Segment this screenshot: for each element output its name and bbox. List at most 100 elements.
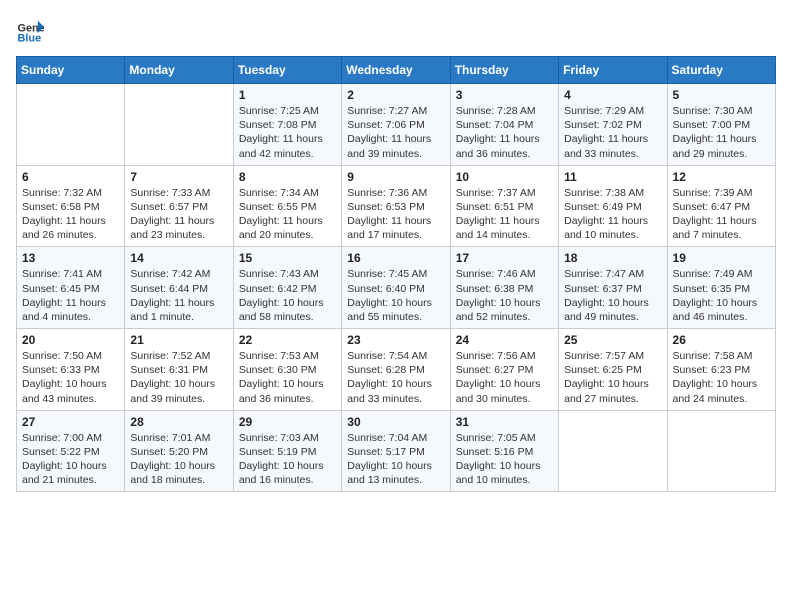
day-number: 7: [130, 170, 227, 184]
daylight-text: Daylight: 10 hours and 13 minutes.: [347, 459, 444, 487]
calendar-cell: 6Sunrise: 7:32 AMSunset: 6:58 PMDaylight…: [17, 165, 125, 247]
header-day: Friday: [559, 57, 667, 84]
day-number: 13: [22, 251, 119, 265]
day-number: 2: [347, 88, 444, 102]
day-number: 22: [239, 333, 336, 347]
calendar-cell: 4Sunrise: 7:29 AMSunset: 7:02 PMDaylight…: [559, 84, 667, 166]
sunset-text: Sunset: 6:40 PM: [347, 282, 444, 296]
day-number: 26: [673, 333, 770, 347]
daylight-text: Daylight: 11 hours and 10 minutes.: [564, 214, 661, 242]
header-day: Saturday: [667, 57, 775, 84]
day-number: 10: [456, 170, 553, 184]
daylight-text: Daylight: 10 hours and 10 minutes.: [456, 459, 553, 487]
sunrise-text: Sunrise: 7:01 AM: [130, 431, 227, 445]
sunrise-text: Sunrise: 7:58 AM: [673, 349, 770, 363]
sunset-text: Sunset: 6:37 PM: [564, 282, 661, 296]
daylight-text: Daylight: 11 hours and 1 minute.: [130, 296, 227, 324]
sunrise-text: Sunrise: 7:56 AM: [456, 349, 553, 363]
daylight-text: Daylight: 10 hours and 18 minutes.: [130, 459, 227, 487]
daylight-text: Daylight: 10 hours and 16 minutes.: [239, 459, 336, 487]
sunrise-text: Sunrise: 7:30 AM: [673, 104, 770, 118]
daylight-text: Daylight: 10 hours and 46 minutes.: [673, 296, 770, 324]
calendar-cell: 24Sunrise: 7:56 AMSunset: 6:27 PMDayligh…: [450, 329, 558, 411]
calendar-cell: [125, 84, 233, 166]
sunset-text: Sunset: 6:30 PM: [239, 363, 336, 377]
sunset-text: Sunset: 7:08 PM: [239, 118, 336, 132]
sunset-text: Sunset: 6:57 PM: [130, 200, 227, 214]
sunset-text: Sunset: 6:53 PM: [347, 200, 444, 214]
day-number: 25: [564, 333, 661, 347]
page-header: General Blue: [16, 16, 776, 44]
sunset-text: Sunset: 6:58 PM: [22, 200, 119, 214]
calendar-week: 13Sunrise: 7:41 AMSunset: 6:45 PMDayligh…: [17, 247, 776, 329]
day-number: 8: [239, 170, 336, 184]
sunrise-text: Sunrise: 7:47 AM: [564, 267, 661, 281]
calendar-cell: 16Sunrise: 7:45 AMSunset: 6:40 PMDayligh…: [342, 247, 450, 329]
daylight-text: Daylight: 10 hours and 55 minutes.: [347, 296, 444, 324]
day-number: 6: [22, 170, 119, 184]
header-row: SundayMondayTuesdayWednesdayThursdayFrid…: [17, 57, 776, 84]
daylight-text: Daylight: 11 hours and 26 minutes.: [22, 214, 119, 242]
header-day: Thursday: [450, 57, 558, 84]
sunset-text: Sunset: 7:02 PM: [564, 118, 661, 132]
calendar-week: 1 Sunrise: 7:25 AMSunset: 7:08 PM Daylight…: [17, 84, 776, 166]
day-number: 14: [130, 251, 227, 265]
calendar-cell: 1Sunrise: 7:25 AMSunset: 7:08 PMDaylight…: [233, 84, 341, 166]
day-number: 29: [239, 415, 336, 429]
calendar-header: SundayMondayTuesdayWednesdayThursdayFrid…: [17, 57, 776, 84]
sunset-text: Sunset: 6:27 PM: [456, 363, 553, 377]
calendar-cell: [667, 410, 775, 492]
day-number: 1: [239, 88, 336, 102]
calendar-cell: 29Sunrise: 7:03 AMSunset: 5:19 PMDayligh…: [233, 410, 341, 492]
daylight-text: Daylight: 10 hours and 43 minutes.: [22, 377, 119, 405]
sunrise-text: Sunrise: 7:25 AM: [239, 104, 336, 118]
daylight-text: Daylight: 10 hours and 27 minutes.: [564, 377, 661, 405]
day-number: 20: [22, 333, 119, 347]
sunset-text: Sunset: 6:44 PM: [130, 282, 227, 296]
sunrise-text: Sunrise: 7:05 AM: [456, 431, 553, 445]
daylight-text: Daylight: 11 hours and 7 minutes.: [673, 214, 770, 242]
header-day: Sunday: [17, 57, 125, 84]
sunset-text: Sunset: 6:51 PM: [456, 200, 553, 214]
sunset-text: Sunset: 6:47 PM: [673, 200, 770, 214]
sunset-text: Sunset: 5:16 PM: [456, 445, 553, 459]
calendar-cell: 20 Sunrise: 7:50 AMSunset: 6:33 PMDayligh…: [17, 329, 125, 411]
daylight-text: Daylight: 11 hours and 36 minutes.: [456, 132, 553, 160]
day-number: 17: [456, 251, 553, 265]
calendar-cell: 9Sunrise: 7:36 AMSunset: 6:53 PMDaylight…: [342, 165, 450, 247]
daylight-text: Daylight: 11 hours and 20 minutes.: [239, 214, 336, 242]
sunrise-text: Sunrise: 7:57 AM: [564, 349, 661, 363]
sunrise-text: Sunrise: 7:38 AM: [564, 186, 661, 200]
calendar-cell: 14 Sunrise: 7:42 AMSunset: 6:44 PMDayligh…: [125, 247, 233, 329]
daylight-text: Daylight: 11 hours and 39 minutes.: [347, 132, 444, 160]
day-number: 4: [564, 88, 661, 102]
sunrise-text: Sunrise: 7:04 AM: [347, 431, 444, 445]
sunrise-text: Sunrise: 7:42 AM: [130, 267, 227, 281]
day-number: 23: [347, 333, 444, 347]
sunset-text: Sunset: 6:28 PM: [347, 363, 444, 377]
sunset-text: Sunset: 6:45 PM: [22, 282, 119, 296]
day-number: 28: [130, 415, 227, 429]
daylight-text: Daylight: 11 hours and 14 minutes.: [456, 214, 553, 242]
logo-icon: General Blue: [16, 16, 44, 44]
calendar-cell: 18Sunrise: 7:47 AMSunset: 6:37 PMDayligh…: [559, 247, 667, 329]
sunrise-text: Sunrise: 7:52 AM: [130, 349, 227, 363]
calendar-cell: 17Sunrise: 7:46 AMSunset: 6:38 PMDayligh…: [450, 247, 558, 329]
daylight-text: Daylight: 10 hours and 39 minutes.: [130, 377, 227, 405]
sunset-text: Sunset: 5:19 PM: [239, 445, 336, 459]
sunset-text: Sunset: 6:33 PM: [22, 363, 119, 377]
sunrise-text: Sunrise: 7:37 AM: [456, 186, 553, 200]
calendar-cell: 12Sunrise: 7:39 AMSunset: 6:47 PMDayligh…: [667, 165, 775, 247]
sunset-text: Sunset: 6:42 PM: [239, 282, 336, 296]
day-number: 24: [456, 333, 553, 347]
sunrise-text: Sunrise: 7:50 AM: [22, 349, 119, 363]
daylight-text: Daylight: 10 hours and 24 minutes.: [673, 377, 770, 405]
calendar-cell: 30Sunrise: 7:04 AMSunset: 5:17 PMDayligh…: [342, 410, 450, 492]
calendar-cell: 28Sunrise: 7:01 AMSunset: 5:20 PMDayligh…: [125, 410, 233, 492]
header-day: Monday: [125, 57, 233, 84]
sunrise-text: Sunrise: 7:49 AM: [673, 267, 770, 281]
sunrise-text: Sunrise: 7:54 AM: [347, 349, 444, 363]
day-number: 12: [673, 170, 770, 184]
day-number: 11: [564, 170, 661, 184]
day-number: 5: [673, 88, 770, 102]
